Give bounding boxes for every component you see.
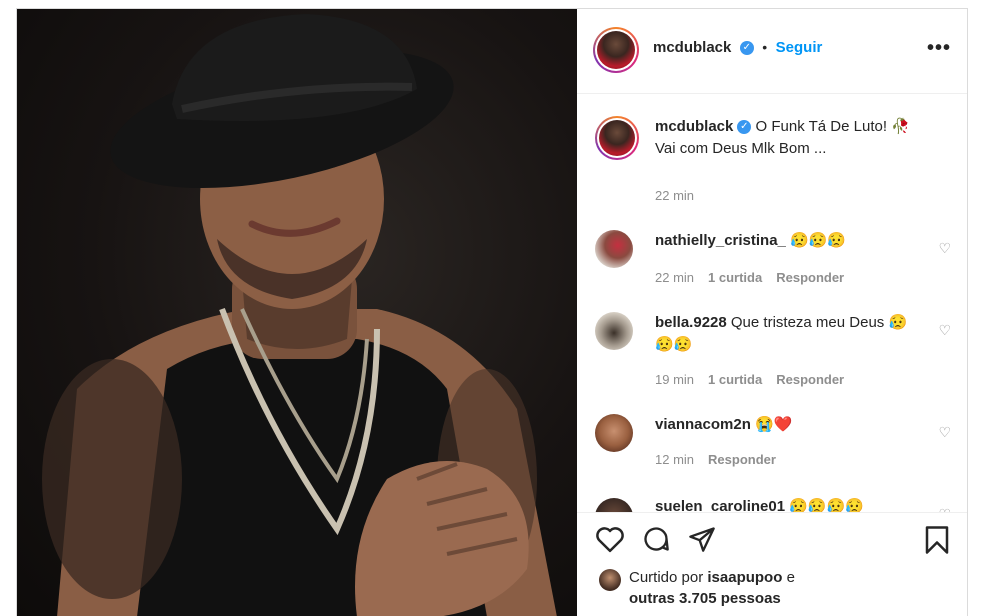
like-comment-heart-icon[interactable]: ♡ <box>938 240 951 257</box>
follow-button[interactable]: Seguir <box>776 39 823 56</box>
post-photo-illustration <box>42 14 557 616</box>
share-icon[interactable] <box>687 525 717 558</box>
commenter-avatar[interactable] <box>595 312 633 350</box>
caption-username[interactable]: mcdublack <box>655 118 733 135</box>
commenter-avatar[interactable] <box>595 414 633 452</box>
comment-text-block: viannacom2n 😭❤️ <box>655 414 925 436</box>
comment-item: bella.9228 Que tristeza meu Deus 😥😥😥 19 … <box>595 312 955 402</box>
comment-time: 19 min <box>655 372 695 387</box>
heart-icon[interactable] <box>595 525 625 558</box>
comment-time: 12 min <box>655 452 695 467</box>
caption: mcdublack ✓ O Funk Tá De Luto! 🥀 Vai com … <box>595 116 955 206</box>
liked-by-others[interactable]: outras 3.705 pessoas <box>629 590 781 607</box>
commenter-username[interactable]: bella.9228 <box>655 314 727 331</box>
commenter-username[interactable]: nathielly_cristina_ <box>655 232 786 249</box>
comment-icon[interactable] <box>641 525 671 558</box>
liked-by-prefix: Curtido por <box>629 569 704 586</box>
post-side-panel: mcdublack ✓ • Seguir ••• mcdublack ✓ O Fu… <box>577 9 967 616</box>
reply-button[interactable]: Responder <box>708 452 776 467</box>
caption-text-block: mcdublack ✓ O Funk Tá De Luto! 🥀 Vai com … <box>655 116 925 160</box>
liker-avatar[interactable] <box>599 569 621 591</box>
liked-by-summary: Curtido por isaapupoo e outras 3.705 pes… <box>629 567 795 609</box>
verified-badge-icon: ✓ <box>737 120 752 135</box>
comment-text-block: suelen_caroline01 😥😥😥😥 <box>655 496 925 512</box>
commenter-username[interactable]: suelen_caroline01 <box>655 498 785 512</box>
comment-likes[interactable]: 1 curtida <box>708 270 762 285</box>
author-line: mcdublack ✓ • Seguir <box>653 39 822 57</box>
bookmark-icon[interactable] <box>923 525 951 560</box>
comments-list[interactable]: mcdublack ✓ O Funk Tá De Luto! 🥀 Vai com … <box>577 94 967 512</box>
commenter-username[interactable]: viannacom2n <box>655 416 751 433</box>
liked-by-user[interactable]: isaapupoo <box>707 569 782 586</box>
liked-by-connector: e <box>786 569 795 586</box>
reply-button[interactable]: Responder <box>776 270 844 285</box>
like-comment-heart-icon[interactable]: ♡ <box>938 322 951 339</box>
post-actions: Curtido por isaapupoo e outras 3.705 pes… <box>577 512 967 616</box>
reply-button[interactable]: Responder <box>776 372 844 387</box>
post-photo[interactable] <box>17 9 577 616</box>
commenter-avatar[interactable] <box>595 230 633 268</box>
verified-badge-icon: ✓ <box>739 40 754 55</box>
header-separator: • <box>762 39 768 55</box>
author-username[interactable]: mcdublack <box>653 39 731 56</box>
caption-time: 22 min <box>655 188 695 203</box>
comment-text: 😥😥😥 <box>790 232 847 249</box>
comment-likes[interactable]: 1 curtida <box>708 372 762 387</box>
more-options-icon[interactable]: ••• <box>927 37 951 60</box>
comment-item: suelen_caroline01 😥😥😥😥 ♡ <box>595 496 955 512</box>
comment-time: 22 min <box>655 270 695 285</box>
comment-text: 😥😥😥😥 <box>789 498 864 512</box>
comment-text-block: bella.9228 Que tristeza meu Deus 😥😥😥 <box>655 312 925 356</box>
comment-meta: 19 min 1 curtida Responder <box>655 372 858 387</box>
commenter-avatar[interactable] <box>595 498 633 512</box>
comment-meta: 12 min Responder <box>655 452 790 467</box>
comment-text-block: nathielly_cristina_ 😥😥😥 <box>655 230 925 252</box>
caption-meta: 22 min <box>655 188 708 203</box>
comment-text: 😭❤️ <box>755 416 793 433</box>
comment-item: viannacom2n 😭❤️ 12 min Responder ♡ <box>595 414 955 484</box>
instagram-post: mcdublack ✓ • Seguir ••• mcdublack ✓ O Fu… <box>16 8 968 616</box>
author-avatar[interactable] <box>593 27 639 73</box>
caption-avatar[interactable] <box>595 116 639 160</box>
like-comment-heart-icon[interactable]: ♡ <box>938 424 951 441</box>
comment-item: nathielly_cristina_ 😥😥😥 22 min 1 curtida R… <box>595 230 955 300</box>
post-header: mcdublack ✓ • Seguir ••• <box>577 9 967 94</box>
comment-meta: 22 min 1 curtida Responder <box>655 270 858 285</box>
